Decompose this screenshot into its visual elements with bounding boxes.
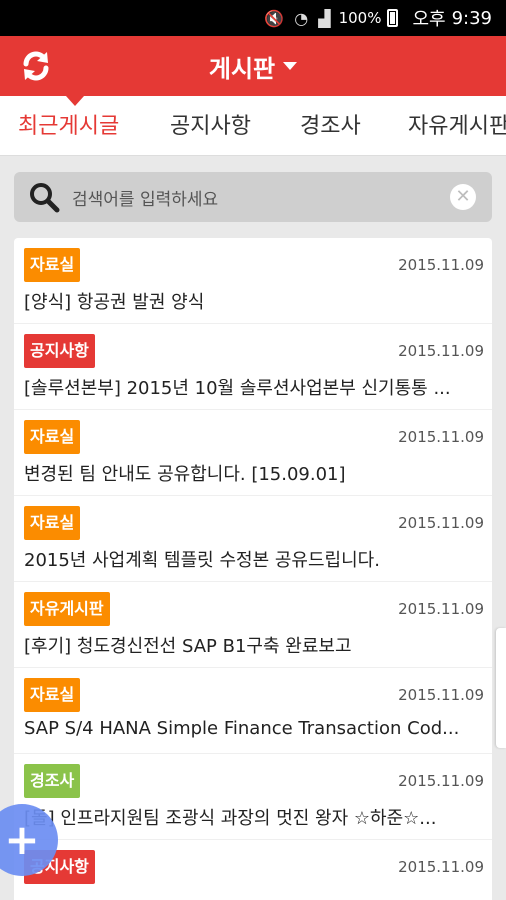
- list-item[interactable]: 자유게시판 2015.11.09 [후기] 청도경신전선 SAP B1구축 완료…: [14, 582, 492, 668]
- post-list: 자료실 2015.11.09 [양식] 항공권 발권 양식 공지사항 2015.…: [14, 238, 492, 900]
- wifi-icon: ◔: [294, 8, 309, 28]
- category-badge: 자유게시판: [24, 592, 110, 626]
- tab-condolences[interactable]: 경조사: [300, 108, 361, 140]
- post-date: 2015.11.09: [398, 772, 484, 790]
- status-time: 9:39: [451, 7, 492, 29]
- category-badge: 자료실: [24, 506, 81, 540]
- post-date: 2015.11.09: [398, 686, 484, 704]
- list-item[interactable]: 공지사항 2015.11.09 [솔루션본부] 2015년 10월 솔루션사업본…: [14, 324, 492, 410]
- tab-notices[interactable]: 공지사항: [170, 108, 251, 140]
- category-badge: 자료실: [24, 248, 81, 282]
- signal-icon: ▟: [318, 8, 331, 28]
- refresh-icon: [23, 51, 49, 81]
- list-item[interactable]: 자료실 2015.11.09 변경된 팀 안내도 공유합니다. [15.09.0…: [14, 410, 492, 496]
- post-title: SAP S/4 HANA Simple Finance Transaction …: [24, 718, 460, 739]
- mute-icon: 🔇: [264, 8, 285, 28]
- list-item[interactable]: 자료실 2015.11.09 SAP S/4 HANA Simple Finan…: [14, 668, 492, 754]
- battery-percent: 100%: [338, 9, 382, 27]
- list-item[interactable]: 경조사 2015.11.09 [돌] 인프라지원팀 조광식 과장의 멋진 왕자 …: [14, 754, 492, 840]
- plus-icon: +: [4, 815, 40, 864]
- active-tab-indicator: [66, 96, 84, 106]
- post-date: 2015.11.09: [398, 858, 484, 876]
- scroll-handle[interactable]: [496, 628, 506, 748]
- search-input[interactable]: 검색어를 입력하세요: [72, 185, 218, 210]
- post-date: 2015.11.09: [398, 256, 484, 274]
- page-title: 게시판: [208, 54, 276, 83]
- list-item[interactable]: 자료실 2015.11.09 [양식] 항공권 발권 양식: [14, 238, 492, 324]
- tab-free-board[interactable]: 자유게시판: [408, 108, 506, 140]
- board-selector[interactable]: 게시판: [208, 49, 298, 84]
- chevron-down-icon: [283, 62, 298, 70]
- category-badge: 공지사항: [24, 334, 95, 368]
- post-date: 2015.11.09: [398, 428, 484, 446]
- refresh-button[interactable]: [16, 46, 56, 86]
- battery-icon: [387, 9, 399, 27]
- category-badge: 경조사: [24, 764, 81, 798]
- post-title: [양식] 항공권 발권 양식: [24, 292, 205, 313]
- search-icon: [30, 183, 60, 213]
- post-title: 2015년 사업계획 템플릿 수정본 공유드립니다.: [24, 550, 380, 571]
- status-bar: 🔇 ◔ ▟ 100% 오후 9:39: [0, 0, 506, 36]
- list-item[interactable]: 자료실 2015.11.09 2015년 사업계획 템플릿 수정본 공유드립니다…: [14, 496, 492, 582]
- clear-icon[interactable]: ✕: [450, 184, 476, 210]
- status-ampm: 오후: [412, 9, 446, 30]
- post-title: 변경된 팀 안내도 공유합니다. [15.09.01]: [24, 464, 346, 485]
- post-title: [돌] 인프라지원팀 조광식 과장의 멋진 왕자 ☆하준☆...: [24, 808, 437, 829]
- list-item[interactable]: 공지사항 2015.11.09: [14, 840, 492, 900]
- post-title: [솔루션본부] 2015년 10월 솔루션사업본부 신기통통 ...: [24, 378, 451, 399]
- search-bar[interactable]: 검색어를 입력하세요 ✕: [14, 172, 492, 222]
- post-date: 2015.11.09: [398, 514, 484, 532]
- app-bar: 게시판: [0, 36, 506, 96]
- tab-recent-posts[interactable]: 최근게시글: [18, 108, 119, 140]
- post-title: [후기] 청도경신전선 SAP B1구축 완료보고: [24, 636, 352, 657]
- category-badge: 자료실: [24, 420, 81, 454]
- category-badge: 자료실: [24, 678, 81, 712]
- post-date: 2015.11.09: [398, 342, 484, 360]
- post-date: 2015.11.09: [398, 600, 484, 618]
